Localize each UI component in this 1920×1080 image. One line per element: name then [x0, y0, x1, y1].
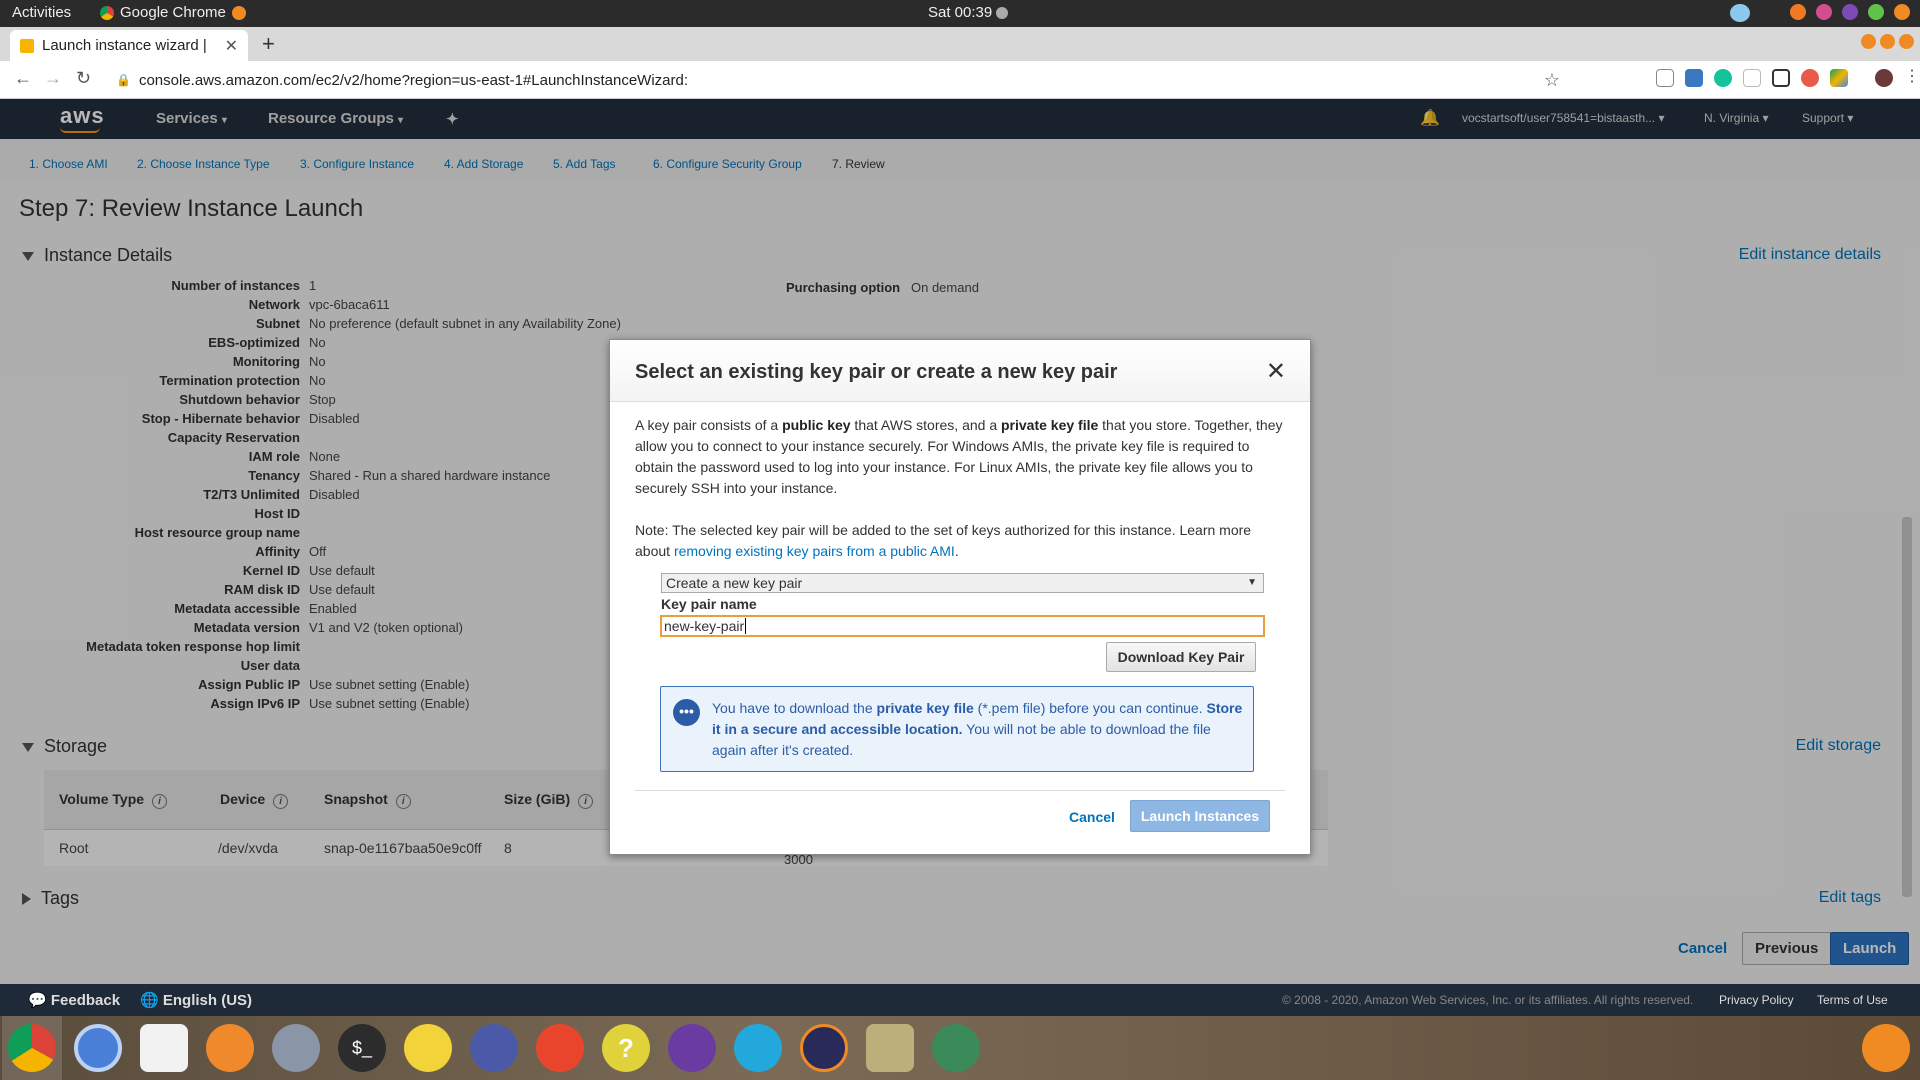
console-footer: 💬 Feedback 🌐 English (US) © 2008 - 2020,…: [0, 984, 1920, 1016]
grammarly-icon[interactable]: [1714, 69, 1732, 87]
browser-tab-strip: Launch instance wizard | E ✕ +: [0, 27, 1920, 61]
dialog-header: Select an existing key pair or create a …: [610, 340, 1310, 402]
language-selector[interactable]: 🌐 English (US): [140, 991, 252, 1009]
tray-firefox-icon[interactable]: [1790, 4, 1806, 20]
ext-2-icon[interactable]: [1685, 69, 1703, 87]
dialog-note: Note: The selected key pair will be adde…: [635, 522, 1252, 559]
dialog-description: A key pair consists of a public key that…: [635, 417, 1283, 496]
minimize-icon[interactable]: [1861, 34, 1876, 49]
chrome-icon: [100, 5, 114, 20]
menu-kebab-icon[interactable]: ⋮: [1904, 69, 1920, 87]
dock-webcam-icon[interactable]: [734, 1024, 782, 1072]
extensions: ⋮: [1656, 69, 1920, 87]
key-pair-name-input[interactable]: new-key-pair: [660, 615, 1265, 637]
close-tab-icon[interactable]: ✕: [225, 36, 238, 56]
dock-app-grid-icon[interactable]: [1862, 1024, 1910, 1072]
tray-viber-icon[interactable]: [1842, 4, 1858, 20]
dock-firefox-icon[interactable]: [206, 1024, 254, 1072]
remove-key-pairs-link[interactable]: removing existing key pairs from a publi…: [674, 543, 955, 559]
aws-favicon-icon: [20, 38, 34, 53]
window-controls: [1861, 34, 1914, 49]
alert-text: You have to download the private key fil…: [712, 700, 1243, 758]
app-name: Google Chrome: [120, 4, 226, 21]
dock-help-icon[interactable]: ?: [602, 1024, 650, 1072]
close-icon[interactable]: ✕: [1266, 357, 1286, 386]
new-tab-icon[interactable]: +: [262, 31, 275, 57]
dock-terminal-icon[interactable]: $_: [338, 1024, 386, 1072]
privacy-link[interactable]: Privacy Policy: [1719, 993, 1794, 1007]
browser-tab[interactable]: Launch instance wizard | E ✕: [10, 30, 248, 61]
dock-document-icon[interactable]: [470, 1024, 518, 1072]
dock-eclipse-icon[interactable]: [800, 1024, 848, 1072]
download-info-alert: ••• You have to download the private key…: [660, 686, 1254, 772]
dock-calendar-icon[interactable]: [140, 1024, 188, 1072]
system-tray[interactable]: [1730, 4, 1910, 22]
dock-chrome-icon[interactable]: [8, 1024, 56, 1072]
ext-6-icon[interactable]: [1801, 69, 1819, 87]
download-key-pair-button[interactable]: Download Key Pair: [1106, 642, 1256, 672]
ext-4-icon[interactable]: [1743, 69, 1761, 87]
dock-archive-icon[interactable]: [866, 1024, 914, 1072]
globe-icon: 🌐: [140, 992, 159, 1009]
dock: $_ ?: [0, 1016, 1920, 1080]
tray-chat-icon[interactable]: [1816, 4, 1832, 20]
maximize-icon[interactable]: [1880, 34, 1895, 49]
reload-icon[interactable]: ↻: [76, 68, 91, 89]
key-pair-action-select[interactable]: Create a new key pair ▼: [661, 573, 1264, 593]
back-icon[interactable]: ←: [14, 68, 32, 89]
forward-icon[interactable]: →: [44, 68, 62, 89]
system-top-bar: Activities Google Chrome Sat 00:39: [0, 0, 1920, 27]
tab-title: Launch instance wizard | E: [42, 37, 212, 54]
tray-green-icon[interactable]: [1868, 4, 1884, 20]
update-icon: [231, 5, 246, 20]
status-dot-icon: [996, 6, 1009, 19]
activities-button[interactable]: Activities: [12, 4, 71, 21]
dock-mail-icon[interactable]: [668, 1024, 716, 1072]
dock-files-icon[interactable]: [272, 1024, 320, 1072]
cast-icon[interactable]: [1772, 69, 1790, 87]
clock[interactable]: Sat 00:39: [928, 4, 1009, 21]
ext-1-icon[interactable]: [1656, 69, 1674, 87]
url-bar[interactable]: 🔒 console.aws.amazon.com/ec2/v2/home?reg…: [110, 65, 1570, 95]
address-toolbar: ← → ↻ 🔒 console.aws.amazon.com/ec2/v2/ho…: [0, 61, 1920, 99]
drive-icon[interactable]: [1830, 69, 1848, 87]
dialog-title: Select an existing key pair or create a …: [635, 361, 1118, 383]
tray-weather-icon[interactable]: [1730, 4, 1750, 22]
dock-download-icon[interactable]: [536, 1024, 584, 1072]
bookmark-star-icon[interactable]: ☆: [1544, 70, 1560, 91]
profile-avatar[interactable]: [1875, 69, 1893, 87]
close-window-icon[interactable]: [1899, 34, 1914, 49]
lock-icon: 🔒: [116, 73, 131, 87]
dialog-footer: Cancel Launch Instances: [635, 790, 1285, 832]
url-text: console.aws.amazon.com/ec2/v2/home?regio…: [138, 71, 689, 89]
dock-android-studio-icon[interactable]: [932, 1024, 980, 1072]
app-menu[interactable]: Google Chrome: [100, 4, 246, 21]
copyright: © 2008 - 2020, Amazon Web Services, Inc.…: [1282, 993, 1694, 1007]
dock-chromium-icon[interactable]: [74, 1024, 122, 1072]
launch-instances-button[interactable]: Launch Instances: [1130, 800, 1270, 832]
tray-power-icon[interactable]: [1894, 4, 1910, 20]
terms-link[interactable]: Terms of Use: [1817, 993, 1888, 1007]
dialog-cancel-button[interactable]: Cancel: [1069, 809, 1115, 825]
dropdown-arrow-icon: ▼: [1247, 577, 1257, 588]
feedback-link[interactable]: 💬 Feedback: [28, 991, 120, 1009]
key-pair-dialog: Select an existing key pair or create a …: [609, 339, 1311, 855]
dock-music-icon[interactable]: [404, 1024, 452, 1072]
chat-bubble-icon: 💬: [28, 992, 47, 1009]
key-pair-name-label: Key pair name: [661, 596, 757, 612]
chat-info-icon: •••: [673, 699, 700, 726]
